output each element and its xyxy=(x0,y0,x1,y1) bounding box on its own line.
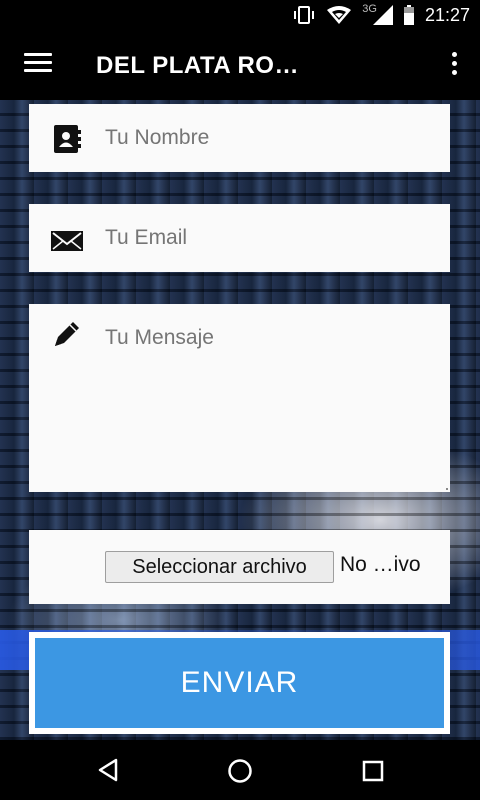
status-bar: 3G 21:27 xyxy=(0,0,480,30)
recents-icon[interactable] xyxy=(361,759,385,783)
back-icon[interactable] xyxy=(96,758,120,782)
battery-icon xyxy=(403,5,414,25)
choose-file-button[interactable]: Seleccionar archivo xyxy=(105,551,334,583)
app-title: DEL PLATA RO… xyxy=(96,52,299,79)
file-status: No …ivo xyxy=(340,553,421,576)
home-icon[interactable] xyxy=(227,758,253,784)
status-time: 21:27 xyxy=(424,4,470,25)
email-placeholder: Tu Email xyxy=(105,226,188,249)
form-content: Tu Nombre Tu Email Tu Mensaje Selecciona… xyxy=(0,100,480,740)
email-field[interactable]: Tu Email xyxy=(29,204,450,272)
submit-button[interactable]: ENVIAR xyxy=(35,638,444,728)
more-vert-icon[interactable] xyxy=(450,52,458,78)
message-placeholder: Tu Mensaje xyxy=(105,326,214,349)
file-upload-field: Seleccionar archivo No …ivo xyxy=(29,530,450,604)
message-field[interactable]: Tu Mensaje xyxy=(29,304,450,492)
navigation-bar xyxy=(0,740,480,800)
app-bar: DEL PLATA RO… xyxy=(0,30,480,100)
status-icons: 3G 21:27 xyxy=(292,0,470,30)
wifi-icon xyxy=(327,6,352,24)
name-placeholder: Tu Nombre xyxy=(105,126,210,149)
network-type: 3G xyxy=(362,3,377,15)
pencil-icon xyxy=(55,322,79,346)
menu-icon[interactable] xyxy=(24,53,52,77)
name-field[interactable]: Tu Nombre xyxy=(29,104,450,172)
submit-frame: ENVIAR xyxy=(29,632,450,734)
envelope-icon xyxy=(51,231,83,251)
resize-handle[interactable] xyxy=(444,486,448,490)
contact-card-icon xyxy=(54,125,81,153)
vibrate-icon xyxy=(294,6,315,24)
